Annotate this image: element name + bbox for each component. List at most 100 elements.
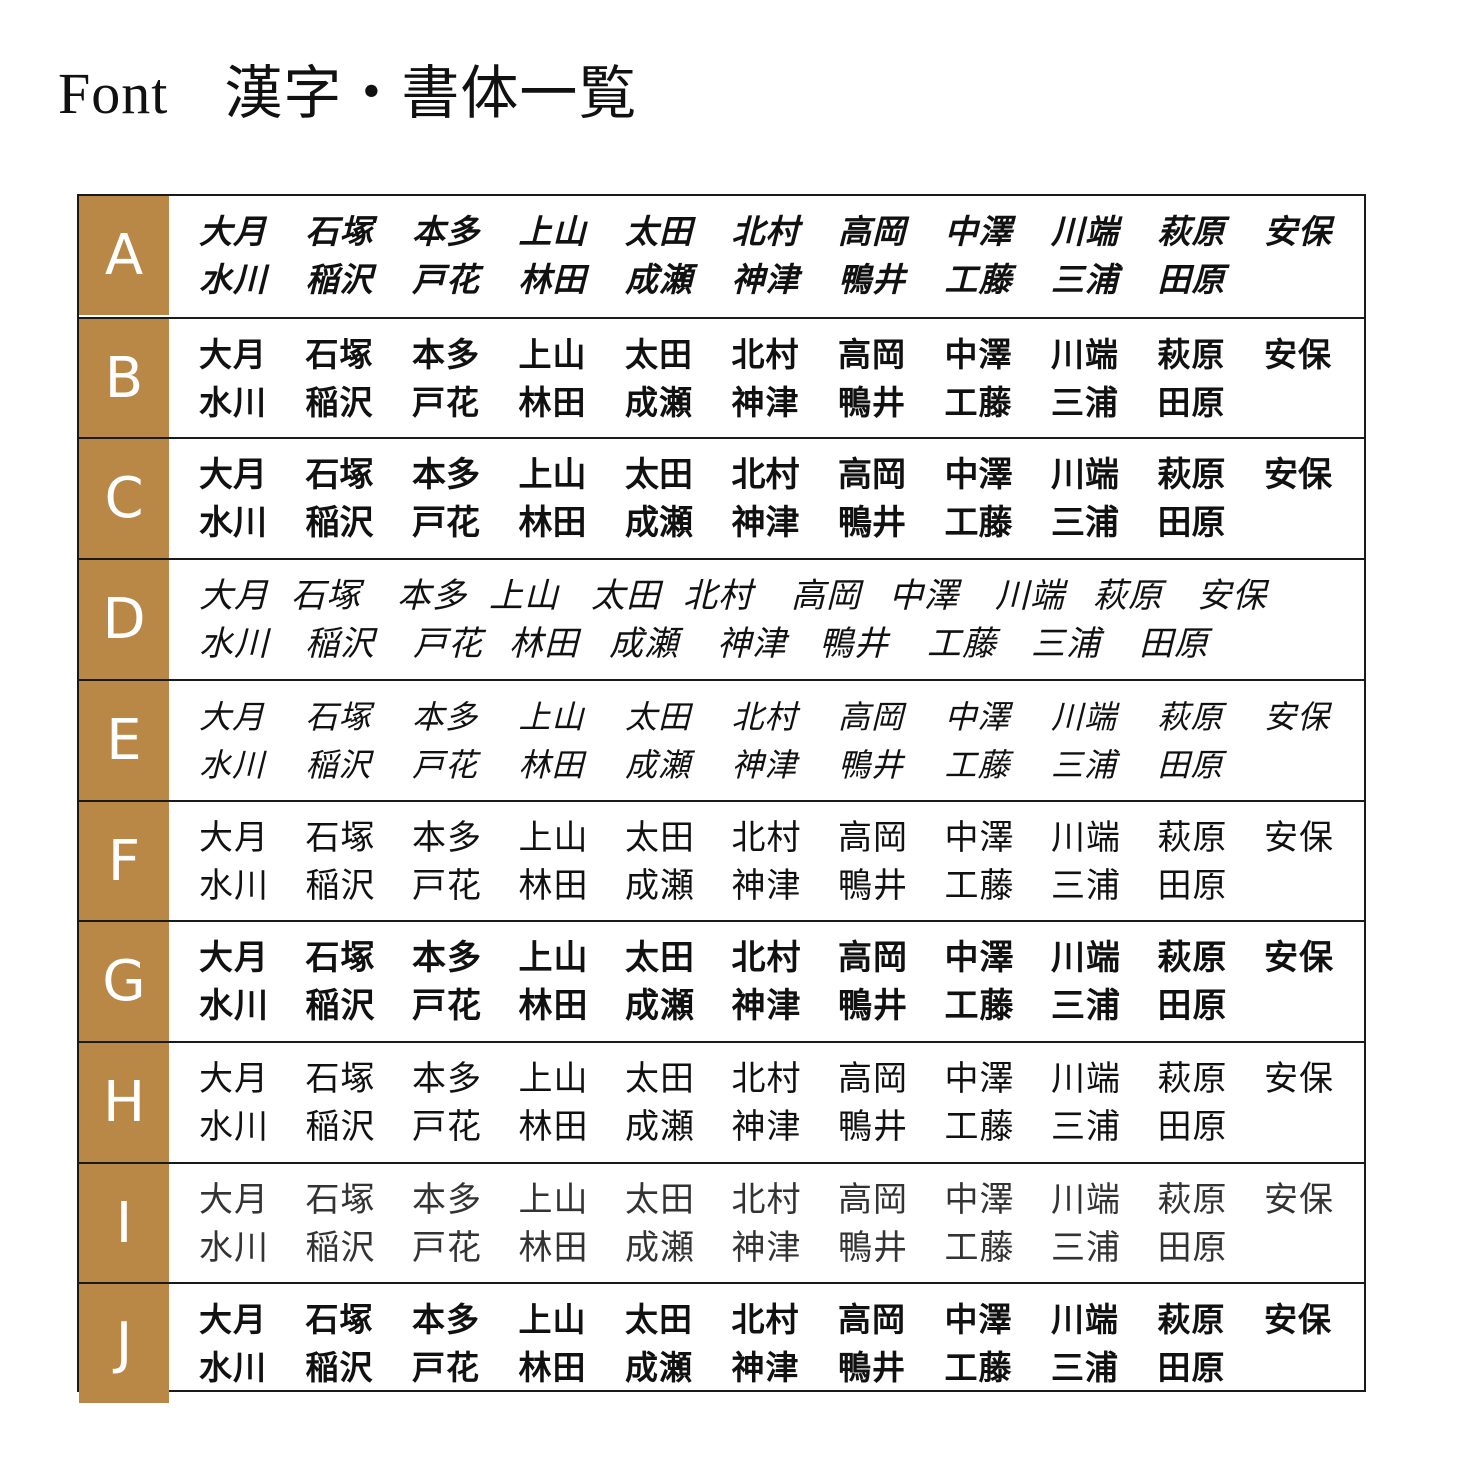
sample-name: 大月 <box>199 938 269 978</box>
sample-name: 本多 <box>412 938 482 978</box>
page-title: Font 漢字・書体一覧 <box>58 54 637 134</box>
sample-name: 上山 <box>518 212 587 251</box>
sample-name: 工藤 <box>944 1348 1013 1387</box>
sample-name: 鴨井 <box>819 624 889 664</box>
sample-name: 三浦 <box>1051 260 1119 299</box>
sample-name: 北村 <box>683 576 753 616</box>
sample-name: 成瀬 <box>625 986 695 1026</box>
sample-name: 田原 <box>1139 624 1209 664</box>
sample-name: 安保 <box>1264 1300 1332 1339</box>
sample-name: 上山 <box>489 576 559 616</box>
sample-name: 鴨井 <box>838 986 908 1026</box>
sample-name: 工藤 <box>944 986 1015 1026</box>
sample-name: 中澤 <box>944 335 1013 374</box>
font-label-j: J <box>79 1284 169 1403</box>
sample-name: 安保 <box>1264 938 1334 978</box>
font-row-c: C 大月 石塚 本多 上山 太田 北村 高岡 中澤 川端 萩原 安保 水川 稲沢 戸花 林田 成瀬 神津 鴨井 工藤三… <box>79 437 1364 558</box>
sample-name: 中澤 <box>944 1059 1015 1099</box>
sample-name: 萩原 <box>1093 576 1163 616</box>
sample-name: 水川 <box>199 1348 267 1387</box>
sample-name: 林田 <box>518 260 587 299</box>
sample-name: 上山 <box>518 1059 589 1099</box>
sample-name: 本多 <box>397 576 467 616</box>
sample-name: 川端 <box>1051 818 1121 858</box>
sample-name: 水川 <box>199 1228 269 1268</box>
sample-name: 大月 <box>199 335 267 374</box>
sample-name: 稲沢 <box>305 503 374 543</box>
sample-name: 稲沢 <box>305 746 372 784</box>
sample-name: 成瀬 <box>625 1228 695 1268</box>
sample-name: 萩原 <box>1157 212 1226 251</box>
sample-name: 本多 <box>412 1300 480 1339</box>
sample-name: 大月 <box>199 1180 269 1220</box>
sample-name: 石塚 <box>305 698 372 736</box>
sample-name: 成瀬 <box>625 1348 693 1387</box>
sample-name: 石塚 <box>305 1300 374 1339</box>
sample-name: 水川 <box>199 1107 269 1147</box>
sample-name: 川端 <box>1051 938 1121 978</box>
sample-name: 神津 <box>731 1228 802 1268</box>
sample-name: 戸花 <box>412 503 480 543</box>
sample-name: 三浦 <box>1051 986 1121 1026</box>
font-sample-cell: 大月 石塚 本多 上山 太田 北村 高岡 中澤 川端 萩原 安保 水川 稲沢 戸花 林田 成瀬 神津 鴨井 工藤 三浦… <box>171 1164 1364 1283</box>
sample-name: 神津 <box>731 746 798 784</box>
sample-name: 田原 <box>1157 260 1226 299</box>
sample-name: 三浦 <box>1051 1107 1121 1147</box>
sample-name: 稲沢 <box>305 1348 374 1387</box>
title-japanese: 漢字・書体一覧 <box>224 61 638 126</box>
sample-name: 中澤 <box>944 1180 1015 1220</box>
sample-name: 萩原 <box>1157 455 1226 495</box>
sample-name: 川端 <box>1051 455 1119 495</box>
sample-name: 高岡 <box>838 212 906 251</box>
sample-name: 稲沢 <box>305 624 375 664</box>
sample-name: 中澤 <box>944 938 1015 978</box>
sample-name: 太田 <box>625 335 693 374</box>
sample-name: 工藤 <box>944 1228 1015 1268</box>
sample-name: 太田 <box>625 1059 695 1099</box>
sample-name: 三浦 <box>1051 1348 1119 1387</box>
sample-name: 田原 <box>1157 1348 1226 1387</box>
font-sample-cell: 大月 石塚 本多 上山 太田 北村 高岡 中澤 川端 萩原 安保 水川 稲沢 戸花 林田 成瀬 神津 鴨井 工藤 三浦… <box>171 802 1364 921</box>
sample-name: 水川 <box>199 503 267 543</box>
sample-name: 石塚 <box>305 455 374 495</box>
sample-name: 中澤 <box>889 576 959 616</box>
sample-name: 上山 <box>518 335 587 374</box>
sample-name: 鴨井 <box>838 866 908 906</box>
font-sample-cell: 大月 石塚 本多 上山 太田 北村 高岡 中澤 川端 萩原 安保 水川 稲沢 戸花 林田 成瀬 神津 鴨井 工藤 三浦… <box>171 681 1364 800</box>
font-row-e: E 大月 石塚 本多 上山 太田 北村 高岡 中澤 川端 萩原 安保 水川 稲沢 戸花 林田 成瀬 神津 鴨井 工藤 三… <box>79 679 1364 800</box>
sample-name: 石塚 <box>305 1180 376 1220</box>
font-sample-cell: 大月 石塚 本多 上山 太田 北村 高岡 中澤 川端 萩原 安保 水川 稲沢 戸花 林田 成瀬 神津 鴨井 工藤 三浦… <box>171 1284 1364 1403</box>
sample-name: 稲沢 <box>305 986 376 1026</box>
sample-name: 戸花 <box>412 1107 482 1147</box>
sample-name: 北村 <box>731 1059 802 1099</box>
sample-name: 三浦 <box>1051 503 1119 543</box>
sample-name: 川端 <box>1051 1180 1121 1220</box>
sample-name: 鴨井 <box>838 1228 908 1268</box>
sample-name: 稲沢 <box>305 383 374 422</box>
sample-name: 太田 <box>625 455 693 495</box>
sample-name: 水川 <box>199 986 269 1026</box>
font-row-f: F 大月 石塚 本多 上山 太田 北村 高岡 中澤 川端 萩原 安保 水川 稲沢 戸花 林田 成瀬 神津 鴨井 工藤三… <box>79 800 1364 921</box>
sample-name: 萩原 <box>1157 818 1228 858</box>
sample-name: 上山 <box>518 1180 589 1220</box>
font-row-d: D 大月 石塚 本多 上山 太田 北村 高岡 中澤 川端 萩原 安保 水川 稲沢 戸花 林田 成瀬 神津 鴨井 工藤三… <box>79 558 1364 679</box>
sample-name: 太田 <box>625 698 692 736</box>
sample-name: 戸花 <box>412 866 482 906</box>
sample-name: 工藤 <box>944 260 1013 299</box>
title-latin: Font <box>58 61 169 126</box>
sample-name: 安保 <box>1264 818 1334 858</box>
sample-name: 林田 <box>518 986 589 1026</box>
sample-name: 川端 <box>1051 698 1118 736</box>
sample-name: 神津 <box>731 1107 802 1147</box>
sample-name: 高岡 <box>838 1300 906 1339</box>
sample-name: 成瀬 <box>625 1107 695 1147</box>
sample-name: 成瀬 <box>625 260 693 299</box>
sample-name: 大月 <box>199 1059 269 1099</box>
sample-name: 田原 <box>1157 986 1228 1026</box>
sample-name: 石塚 <box>305 818 376 858</box>
sample-name: 安保 <box>1264 1180 1334 1220</box>
sample-name: 水川 <box>199 866 269 906</box>
sample-name: 林田 <box>518 746 585 784</box>
sample-name: 安保 <box>1264 212 1332 251</box>
sample-name: 林田 <box>518 866 589 906</box>
